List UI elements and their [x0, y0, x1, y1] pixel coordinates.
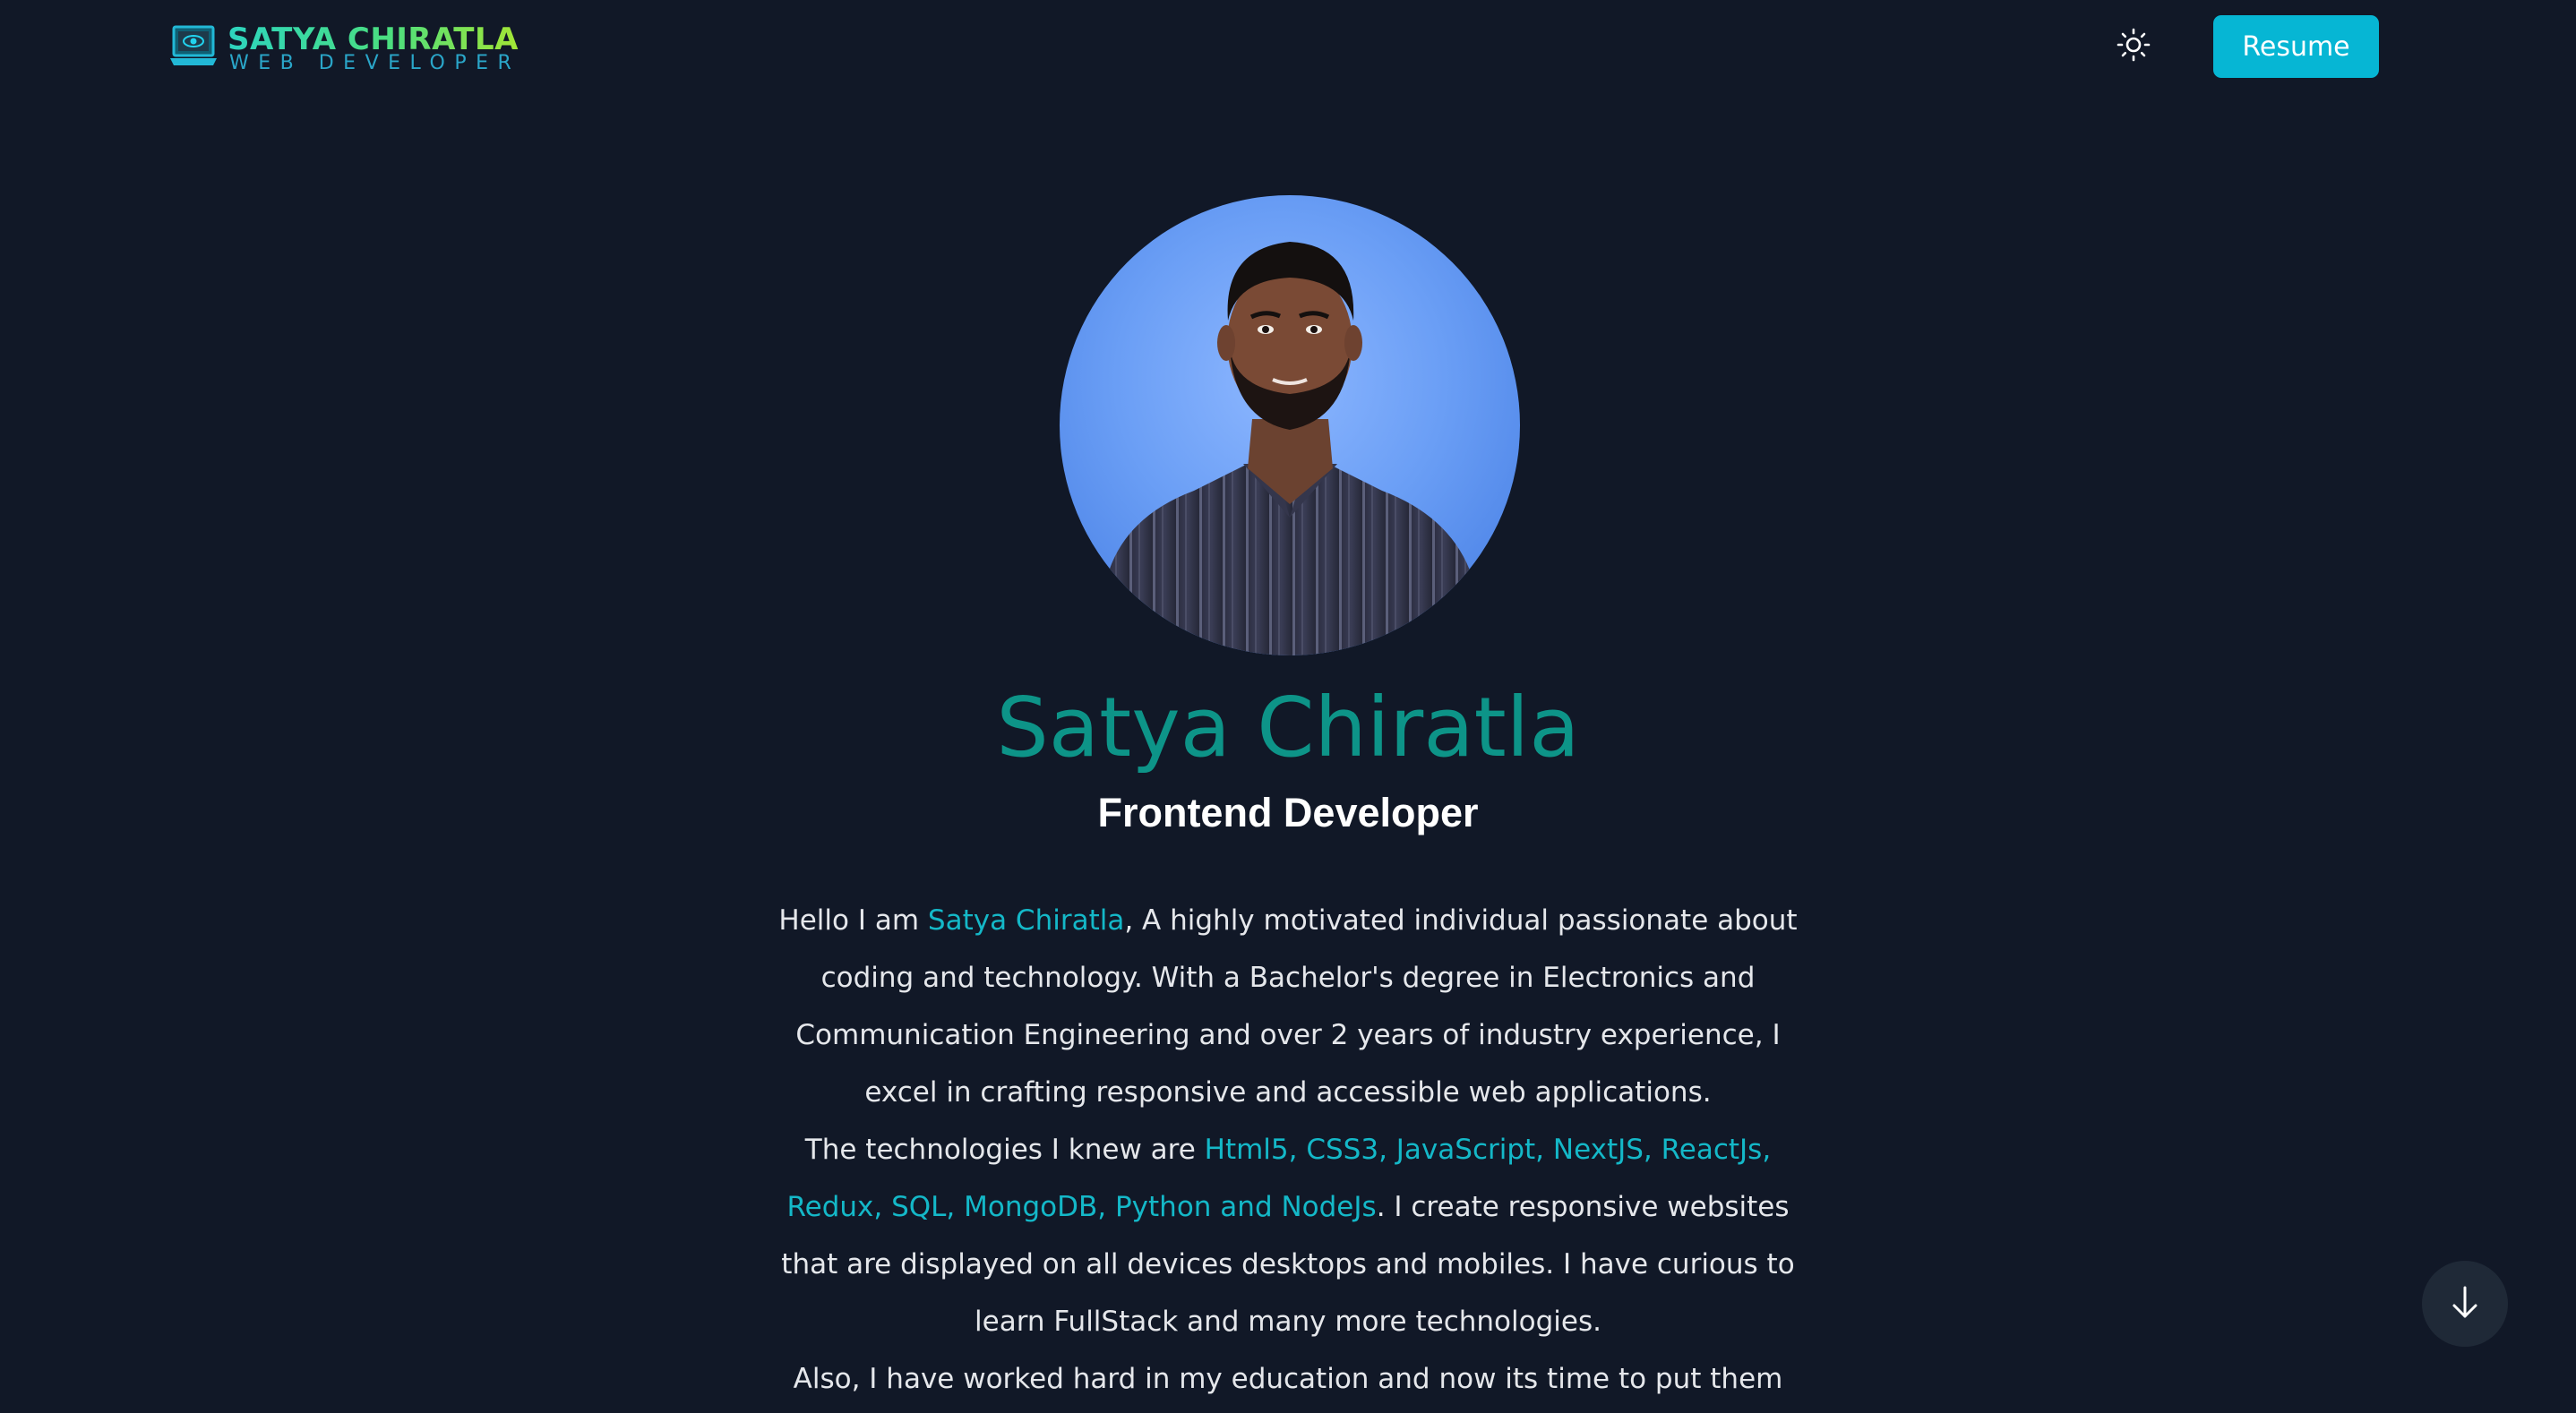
laptop-logo-icon	[168, 24, 219, 69]
bio-highlight-name: Satya Chiratla	[927, 904, 1125, 937]
hero-name: Satya Chiratla	[996, 680, 1580, 775]
bio-tech-prefix: The technologies I knew are	[804, 1134, 1205, 1166]
sun-icon	[2116, 27, 2151, 67]
profile-avatar	[1060, 195, 1520, 655]
bio-intro-prefix: Hello I am	[778, 904, 928, 937]
logo-subtitle: WEB DEVELOPER	[229, 52, 521, 74]
page: SATYA CHIRATLA WEB DEVELOPER Resume Saty…	[0, 0, 2576, 1413]
theme-toggle-button[interactable]	[2112, 27, 2155, 66]
site-header: SATYA CHIRATLA WEB DEVELOPER Resume	[0, 0, 2576, 93]
bio-paragraph-education: Also, I have worked hard in my education…	[793, 1363, 1783, 1395]
hero-role: Frontend Developer	[1097, 790, 1479, 835]
logo-link[interactable]: SATYA CHIRATLA WEB DEVELOPER	[168, 20, 550, 74]
arrow-down-icon	[2445, 1282, 2485, 1326]
bio-section: Hello I am Satya Chiratla, A highly moti…	[772, 892, 1804, 1413]
resume-button[interactable]: Resume	[2213, 15, 2379, 78]
scroll-down-button[interactable]	[2422, 1261, 2508, 1347]
bio-paragraph-tech: The technologies I knew are Html5, CSS3,…	[772, 1121, 1804, 1350]
bio-paragraph-intro: Hello I am Satya Chiratla, A highly moti…	[772, 892, 1804, 1121]
